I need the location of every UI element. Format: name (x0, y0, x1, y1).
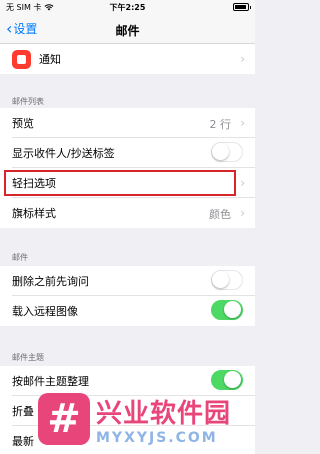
load-remote-images-toggle[interactable] (211, 300, 243, 320)
navigation-bar: ‹ 设置 邮件 (0, 14, 255, 44)
status-bar: 无 SIM 卡 下午2:25 (0, 0, 255, 14)
show-to-cc-label: 显示收件人/抄送标签 (12, 147, 115, 160)
section-header-messages: 邮件 (12, 253, 28, 262)
ask-before-deleting-row: 删除之前先询问 (0, 266, 255, 296)
preview-label: 预览 (12, 117, 34, 130)
toggle-knob (224, 301, 241, 318)
show-to-cc-row: 显示收件人/抄送标签 (0, 138, 255, 168)
chevron-right-icon: › (240, 52, 245, 66)
section-header-message-list: 邮件列表 (12, 97, 44, 106)
watermark-text: 兴业软件园 MYXYJS.COM (96, 393, 231, 446)
load-remote-images-label: 载入远程图像 (12, 305, 78, 318)
chevron-right-icon: › (240, 206, 245, 220)
flag-style-row[interactable]: 旗标样式 颜色 › (0, 198, 255, 228)
notifications-icon (12, 49, 31, 69)
section-header-threading: 邮件主题 (12, 353, 44, 362)
watermark-name: 兴业软件园 (96, 398, 232, 429)
status-time: 下午2:25 (109, 3, 146, 12)
notifications-row[interactable]: 通知 › (0, 44, 255, 74)
preview-value: 2 行 (209, 118, 232, 131)
page-title: 邮件 (115, 24, 140, 38)
flag-style-label: 旗标样式 (12, 207, 56, 220)
chevron-right-icon: › (240, 116, 245, 130)
load-remote-images-row: 载入远程图像 (0, 296, 255, 326)
show-to-cc-toggle[interactable] (211, 142, 243, 162)
swipe-options-label: 轻扫选项 (12, 177, 56, 190)
toggle-knob (212, 143, 229, 160)
ask-before-deleting-toggle[interactable] (211, 270, 243, 290)
swipe-options-row[interactable]: 轻扫选项 › (0, 168, 255, 198)
preview-row[interactable]: 预览 2 行 › (0, 108, 255, 138)
most-recent-label: 最新 (12, 435, 34, 448)
battery-icon (233, 3, 251, 11)
watermark-logo: # (38, 393, 90, 445)
toggle-knob (212, 271, 229, 288)
collapse-read-label: 折叠 (12, 405, 34, 418)
chevron-right-icon: › (240, 176, 245, 190)
watermark: # 兴业软件园 MYXYJS.COM (38, 384, 255, 454)
battery-fill (235, 5, 246, 9)
watermark-url: MYXYJS.COM (96, 429, 218, 446)
ask-before-deleting-label: 删除之前先询问 (12, 275, 89, 288)
notifications-label: 通知 (39, 53, 61, 66)
flag-style-value: 颜色 (209, 208, 231, 221)
